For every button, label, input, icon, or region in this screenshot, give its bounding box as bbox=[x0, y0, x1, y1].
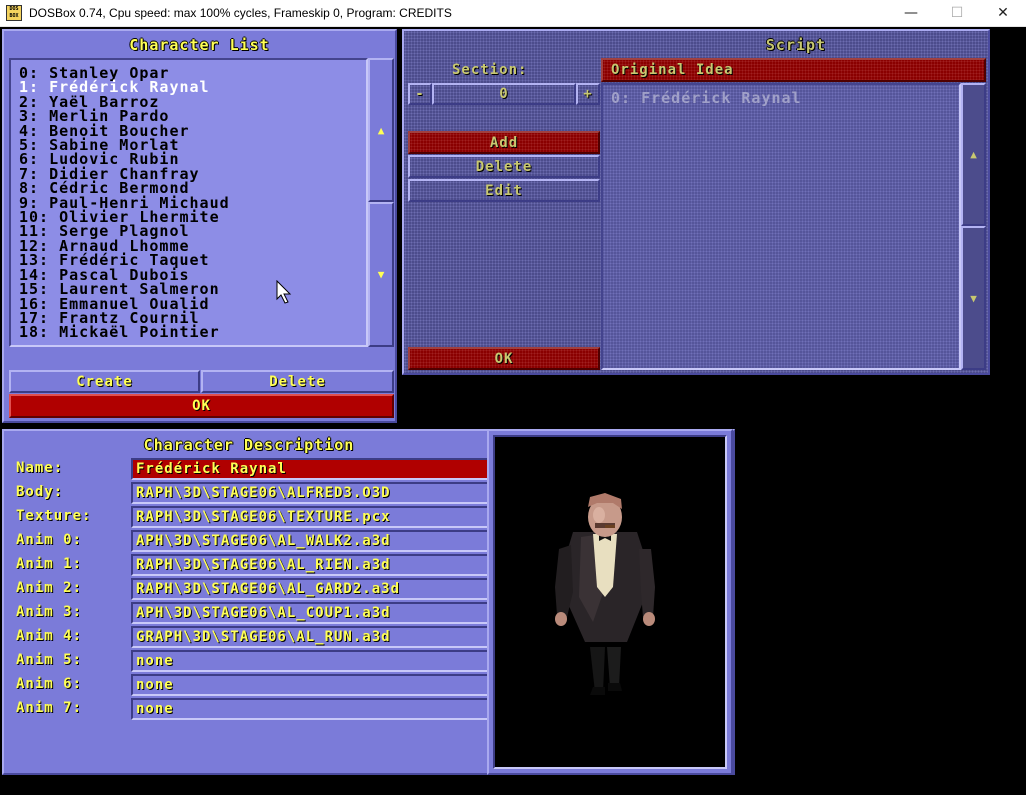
delete-character-button[interactable]: Delete bbox=[201, 370, 394, 393]
field-value-input[interactable]: none bbox=[131, 698, 491, 720]
script-line[interactable]: 0: Frédérick Raynal bbox=[611, 90, 802, 105]
arrow-up-icon: ▲ bbox=[377, 123, 385, 137]
field-label: Anim 5: bbox=[16, 652, 83, 668]
field-value-input[interactable]: GRAPH\3D\STAGE06\AL_RUN.a3d bbox=[131, 626, 491, 648]
minimize-button[interactable]: — bbox=[888, 0, 934, 27]
minus-icon: - bbox=[415, 86, 425, 102]
section-value[interactable]: 0 bbox=[432, 83, 576, 105]
plus-icon: + bbox=[583, 86, 593, 102]
create-button[interactable]: Create bbox=[9, 370, 200, 393]
script-scroll-down-button[interactable]: ▼ bbox=[961, 226, 986, 370]
script-delete-button[interactable]: Delete bbox=[408, 155, 600, 178]
field-label: Body: bbox=[16, 484, 64, 500]
field-value-input[interactable]: RAPH\3D\STAGE06\TEXTURE.pcx bbox=[131, 506, 491, 528]
mouse-cursor-icon bbox=[276, 280, 292, 304]
field-value-input[interactable]: none bbox=[131, 650, 491, 672]
character-list-box: 0: Stanley Opar 1: Frédérick Raynal 2: Yaë… bbox=[9, 58, 368, 347]
field-value-input[interactable]: RAPH\3D\STAGE06\AL_RIEN.a3d bbox=[131, 554, 491, 576]
section-label: Section: bbox=[452, 62, 528, 78]
field-label: Anim 4: bbox=[16, 628, 83, 644]
window-titlebar: DOS BOX DOSBox 0.74, Cpu speed: max 100%… bbox=[0, 0, 1026, 27]
section-decrement-button[interactable]: - bbox=[408, 83, 432, 105]
maximize-button[interactable]: ☐ bbox=[934, 0, 980, 27]
script-scroll-up-button[interactable]: ▲ bbox=[961, 83, 986, 226]
script-title: Script bbox=[765, 36, 827, 54]
arrow-up-icon: ▲ bbox=[970, 148, 977, 161]
field-label: Anim 3: bbox=[16, 604, 83, 620]
field-label: Texture: bbox=[16, 508, 92, 524]
character-preview bbox=[493, 435, 727, 769]
dosbox-app-icon: DOS BOX bbox=[6, 5, 22, 21]
close-button[interactable]: ✕ bbox=[980, 0, 1026, 27]
character-description-title: Character Description bbox=[143, 436, 355, 454]
field-value-input[interactable]: RAPH\3D\STAGE06\ALFRED3.O3D bbox=[131, 482, 491, 504]
field-value-input[interactable]: Frédérick Raynal bbox=[131, 458, 491, 480]
field-value-input[interactable]: APH\3D\STAGE06\AL_WALK2.a3d bbox=[131, 530, 491, 552]
arrow-down-icon: ▼ bbox=[970, 291, 977, 305]
character-model-image bbox=[555, 493, 655, 695]
script-edit-button[interactable]: Edit bbox=[408, 179, 600, 202]
character-preview-frame bbox=[487, 429, 733, 775]
script-lines: 0: Frédérick Raynal bbox=[611, 90, 802, 105]
character-list-item[interactable]: 18: Mickaël Pointier bbox=[19, 325, 230, 340]
character-list-ok-button[interactable]: OK bbox=[9, 394, 394, 418]
list-scroll-down-button[interactable]: ▼ bbox=[368, 202, 394, 347]
section-name-field: Original Idea bbox=[601, 58, 986, 82]
field-label: Anim 0: bbox=[16, 532, 83, 548]
script-add-button[interactable]: Add bbox=[408, 131, 600, 154]
field-label: Anim 2: bbox=[16, 580, 83, 596]
character-list-title: Character List bbox=[129, 36, 270, 54]
section-name-text: Original Idea bbox=[611, 62, 734, 78]
script-text-box: 0: Frédérick Raynal bbox=[601, 83, 961, 370]
character-list: 0: Stanley Opar 1: Frédérick Raynal 2: Yaë… bbox=[19, 65, 230, 340]
game-screen: Character List 0: Stanley Opar 1: Frédéri… bbox=[0, 27, 1026, 795]
character-list-panel: Character List 0: Stanley Opar 1: Frédéri… bbox=[2, 29, 397, 423]
list-scroll-up-button[interactable]: ▲ bbox=[368, 58, 394, 202]
script-ok-button[interactable]: OK bbox=[408, 347, 600, 370]
arrow-down-icon: ▼ bbox=[377, 268, 385, 281]
field-value-input[interactable]: RAPH\3D\STAGE06\AL_GARD2.a3d bbox=[131, 578, 491, 600]
field-label: Anim 1: bbox=[16, 556, 83, 572]
field-value-input[interactable]: none bbox=[131, 674, 491, 696]
script-panel: Script Section: - 0 + Original Idea Add … bbox=[402, 29, 990, 375]
field-label: Anim 6: bbox=[16, 676, 83, 692]
field-label: Anim 7: bbox=[16, 700, 83, 716]
field-value-input[interactable]: APH\3D\STAGE06\AL_COUP1.a3d bbox=[131, 602, 491, 624]
field-label: Name: bbox=[16, 460, 64, 476]
window-title: DOSBox 0.74, Cpu speed: max 100% cycles,… bbox=[29, 6, 452, 20]
section-increment-button[interactable]: + bbox=[576, 83, 600, 105]
